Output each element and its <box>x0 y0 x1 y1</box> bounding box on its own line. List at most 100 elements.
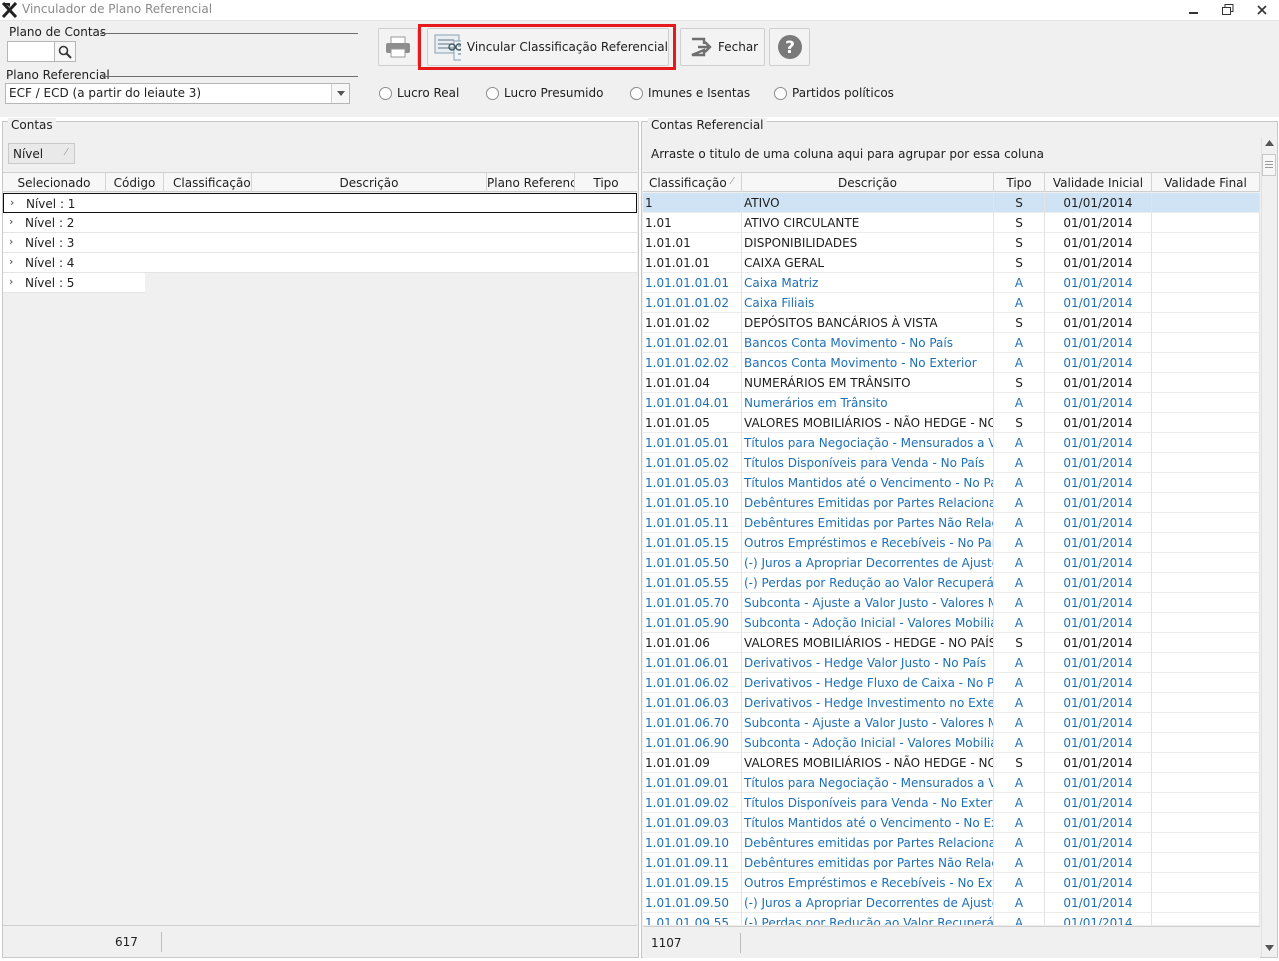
cell-tipo: A <box>994 913 1045 925</box>
col-descricao[interactable]: Descrição <box>742 173 994 192</box>
cell-tipo: S <box>994 373 1045 393</box>
cell-validade-final <box>1152 733 1260 753</box>
minimize-button[interactable] <box>1182 1 1206 19</box>
table-row[interactable]: 1.01.01.01.01 Caixa Matriz A 01/01/2014 <box>643 273 1260 293</box>
cell-validade-inicial: 01/01/2014 <box>1045 393 1152 413</box>
cell-classificacao: 1.01.01.05.70 <box>643 593 742 613</box>
close-button[interactable] <box>1250 1 1274 19</box>
plano-contas-search-button[interactable] <box>55 41 76 62</box>
table-row[interactable]: 1.01.01.04.01 Numerários em Trânsito A 01/0… <box>643 393 1260 413</box>
scroll-down-icon[interactable] <box>1265 945 1274 951</box>
table-row[interactable]: 1.01.01.09.50 (-) Juros a Apropriar Decor… <box>643 893 1260 913</box>
table-row[interactable]: 1.01.01.05.02 Títulos Disponíveis para Ve… <box>643 453 1260 473</box>
chevron-right-icon[interactable]: › <box>9 275 13 288</box>
cell-descricao: DEPÓSITOS BANCÁRIOS À VISTA <box>742 313 994 333</box>
group-row[interactable]: › Nível : 1 <box>3 193 637 213</box>
col-tipo[interactable]: Tipo <box>575 173 637 192</box>
table-row[interactable]: 1.01.01.02.02 Bancos Conta Movimento - No… <box>643 353 1260 373</box>
cell-classificacao: 1.01.01.05 <box>643 413 742 433</box>
table-row[interactable]: 1.01.01.01 CAIXA GERAL S 01/01/2014 <box>643 253 1260 273</box>
plano-referencial-select[interactable]: ECF / ECD (a partir do leiaute 3) <box>5 83 350 104</box>
print-button[interactable] <box>378 28 418 66</box>
cell-classificacao: 1.01 <box>643 213 742 233</box>
table-row[interactable]: 1.01.01.05.90 Subconta - Adoção Inicial -… <box>643 613 1260 633</box>
scrollbar-thumb[interactable] <box>1262 154 1276 176</box>
fechar-button[interactable]: Fechar <box>680 28 765 66</box>
table-row[interactable]: 1.01.01.02.01 Bancos Conta Movimento - No… <box>643 333 1260 353</box>
col-validade-final[interactable]: Validade Final <box>1152 173 1260 192</box>
chevron-right-icon[interactable]: › <box>10 196 14 209</box>
radio-lucro-presumido[interactable]: Lucro Presumido <box>486 85 603 101</box>
help-button[interactable]: ? <box>769 28 810 66</box>
cell-tipo: A <box>994 673 1045 693</box>
dropdown-button[interactable] <box>331 84 349 103</box>
chevron-right-icon[interactable]: › <box>9 255 13 268</box>
group-row[interactable]: › Nível : 3 <box>3 233 637 253</box>
group-row[interactable]: › Nível : 5 <box>3 273 145 293</box>
table-row[interactable]: 1.01.01.02 DEPÓSITOS BANCÁRIOS À VISTA S 01… <box>643 313 1260 333</box>
col-selecionado[interactable]: Selecionado <box>3 173 106 192</box>
cell-validade-inicial: 01/01/2014 <box>1045 753 1152 773</box>
table-row[interactable]: 1.01.01.04 NUMERÁRIOS EM TRÂNSITO S 01/01/2… <box>643 373 1260 393</box>
col-tipo[interactable]: Tipo <box>994 173 1045 192</box>
table-row[interactable]: 1.01.01.06 VALORES MOBILIÁRIOS - HEDGE - … <box>643 633 1260 653</box>
cell-tipo: S <box>994 313 1045 333</box>
group-row-label: Nível : 3 <box>25 236 75 250</box>
table-row[interactable]: 1.01.01.05.15 Outros Empréstimos e Recebí… <box>643 533 1260 553</box>
table-row[interactable]: 1.01.01.09.11 Debêntures emitidas por Par… <box>643 853 1260 873</box>
cell-classificacao: 1.01.01 <box>643 233 742 253</box>
table-row[interactable]: 1.01.01.09.10 Debêntures emitidas por Par… <box>643 833 1260 853</box>
table-row[interactable]: 1.01.01.09.02 Títulos Disponíveis para Ve… <box>643 793 1260 813</box>
table-row[interactable]: 1.01.01.05.10 Debêntures Emitidas por Par… <box>643 493 1260 513</box>
table-row[interactable]: 1.01.01.06.02 Derivativos - Hedge Fluxo d… <box>643 673 1260 693</box>
cell-descricao: Subconta - Ajuste a Valor Justo - Valore… <box>742 713 994 733</box>
table-row[interactable]: 1.01.01.06.01 Derivativos - Hedge Valor J… <box>643 653 1260 673</box>
col-codigo[interactable]: Código <box>106 173 164 192</box>
col-plano-referencial[interactable]: Plano Referenci <box>487 173 575 192</box>
group-row[interactable]: › Nível : 4 <box>3 253 637 273</box>
plano-contas-input[interactable] <box>7 41 55 62</box>
scroll-up-icon[interactable] <box>1265 140 1274 146</box>
cell-validade-inicial: 01/01/2014 <box>1045 333 1152 353</box>
table-row[interactable]: 1.01 ATIVO CIRCULANTE S 01/01/2014 <box>643 213 1260 233</box>
vertical-scrollbar[interactable] <box>1261 137 1277 957</box>
table-row[interactable]: 1.01.01.05.55 (-) Perdas por Redução ao V… <box>643 573 1260 593</box>
table-row[interactable]: 1.01.01.01.02 Caixa Filiais A 01/01/2014 <box>643 293 1260 313</box>
chevron-right-icon[interactable]: › <box>9 215 13 228</box>
cell-validade-inicial: 01/01/2014 <box>1045 593 1152 613</box>
table-row[interactable]: 1.01.01.05.01 Títulos para Negociação - M… <box>643 433 1260 453</box>
col-validade-inicial[interactable]: Validade Inicial <box>1045 173 1152 192</box>
cell-validade-inicial: 01/01/2014 <box>1045 913 1152 925</box>
cell-descricao: Bancos Conta Movimento - No País <box>742 333 994 353</box>
chevron-right-icon[interactable]: › <box>9 235 13 248</box>
table-row[interactable]: 1.01.01.09.55 (-) Perdas por Redução ao V… <box>643 913 1260 926</box>
table-row[interactable]: 1.01.01.09.01 Títulos para Negociação - M… <box>643 773 1260 793</box>
cell-classificacao: 1.01.01.04.01 <box>643 393 742 413</box>
table-row[interactable]: 1.01.01 DISPONIBILIDADES S 01/01/2014 <box>643 233 1260 253</box>
radio-imunes-isentas[interactable]: Imunes e Isentas <box>630 85 750 101</box>
cell-tipo: A <box>994 333 1045 353</box>
table-row[interactable]: 1.01.01.09 VALORES MOBILIÁRIOS - NÃO HEDG… <box>643 753 1260 773</box>
table-row[interactable]: 1.01.01.06.03 Derivativos - Hedge Investi… <box>643 693 1260 713</box>
radio-partidos-politicos[interactable]: Partidos políticos <box>774 85 894 101</box>
table-row[interactable]: 1.01.01.05.11 Debêntures Emitidas por Par… <box>643 513 1260 533</box>
restore-button[interactable] <box>1216 1 1240 19</box>
radio-lucro-real[interactable]: Lucro Real <box>379 85 459 101</box>
cell-validade-final <box>1152 193 1260 213</box>
group-row[interactable]: › Nível : 2 <box>3 213 637 233</box>
col-classificacao[interactable]: Classificação ⁄ <box>643 173 742 192</box>
col-classificacao[interactable]: Classificação <box>164 173 252 192</box>
table-row[interactable]: 1 ATIVO S 01/01/2014 <box>643 193 1260 213</box>
table-row[interactable]: 1.01.01.06.90 Subconta - Adoção Inicial -… <box>643 733 1260 753</box>
table-row[interactable]: 1.01.01.09.15 Outros Empréstimos e Recebí… <box>643 873 1260 893</box>
table-row[interactable]: 1.01.01.06.70 Subconta - Ajuste a Valor J… <box>643 713 1260 733</box>
col-descricao[interactable]: Descrição <box>252 173 487 192</box>
table-row[interactable]: 1.01.01.05.50 (-) Juros a Apropriar Decor… <box>643 553 1260 573</box>
cell-descricao: Bancos Conta Movimento - No Exterior <box>742 353 994 373</box>
group-by-chip[interactable]: Nível ⁄ <box>8 143 75 164</box>
table-row[interactable]: 1.01.01.05.03 Títulos Mantidos até o Venc… <box>643 473 1260 493</box>
table-row[interactable]: 1.01.01.05 VALORES MOBILIÁRIOS - NÃO HEDG… <box>643 413 1260 433</box>
table-row[interactable]: 1.01.01.05.70 Subconta - Ajuste a Valor J… <box>643 593 1260 613</box>
table-row[interactable]: 1.01.01.09.03 Títulos Mantidos até o Venc… <box>643 813 1260 833</box>
cell-validade-inicial: 01/01/2014 <box>1045 193 1152 213</box>
